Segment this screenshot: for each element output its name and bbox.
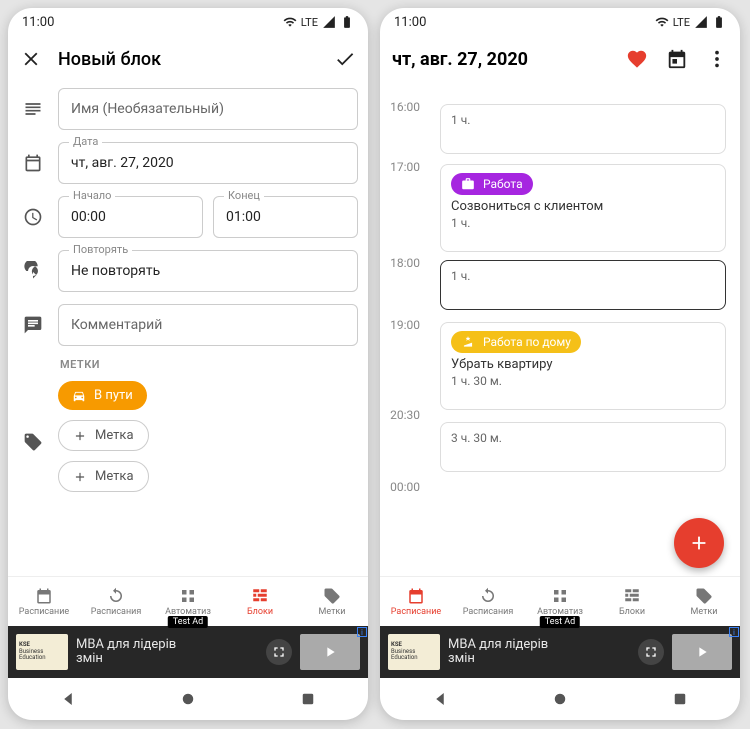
comment-icon <box>18 315 48 335</box>
ad-text: МВА для лідерівзмін <box>76 638 258 667</box>
ad-expand-icon[interactable] <box>638 639 664 665</box>
signal-icon <box>322 15 336 29</box>
plus-icon <box>73 429 87 443</box>
nav-schedules[interactable]: Расписания <box>80 577 152 626</box>
time-label: 00:00 <box>390 480 426 540</box>
event-card[interactable]: 1 ч. <box>440 260 726 310</box>
ad-video-thumb[interactable] <box>300 634 360 670</box>
schedule-content: 16:0017:00 18:0019:00 20:30 00:00 1 ч. 1 ч.… <box>380 82 740 576</box>
ad-test-label: Test Ad <box>540 616 580 628</box>
confirm-icon[interactable] <box>334 48 356 70</box>
page-title: Новый блок <box>58 49 318 70</box>
comment-input[interactable]: Комментарий <box>58 304 358 346</box>
system-nav <box>8 678 368 720</box>
clock-icon <box>18 207 48 227</box>
status-bar: 11:00 LTE <box>380 8 740 36</box>
name-input[interactable]: Имя (Необязательный) <box>58 88 358 130</box>
status-time: 11:00 <box>22 15 54 30</box>
ad-info-icon[interactable]: i <box>729 627 739 637</box>
event-tag-chip: Работа <box>451 173 533 195</box>
car-icon <box>72 389 86 403</box>
event-card[interactable]: 1 ч. <box>440 104 726 154</box>
wifi-icon <box>283 15 297 29</box>
event-title: Убрать квартиру <box>451 357 715 372</box>
ad-info-icon[interactable]: i <box>357 627 367 637</box>
ad-test-label: Test Ad <box>168 616 208 628</box>
tags-heading: МЕТКИ <box>60 358 358 371</box>
status-indicators: LTE <box>655 15 726 29</box>
event-card[interactable]: Работа по дому Убрать квартиру 1 ч. 30 м. <box>440 322 726 410</box>
ad-expand-icon[interactable] <box>266 639 292 665</box>
recents-button[interactable] <box>299 690 317 708</box>
add-tag-chip-2[interactable]: Метка <box>58 461 149 492</box>
recents-button[interactable] <box>671 690 689 708</box>
tag-icon <box>18 432 48 452</box>
time-label: 19:00 <box>390 318 426 378</box>
status-time: 11:00 <box>394 15 426 30</box>
event-duration: 1 ч. <box>451 216 715 230</box>
ad-logo: KSEBusiness Education <box>16 634 68 670</box>
battery-icon <box>712 15 726 29</box>
add-fab[interactable] <box>674 518 724 568</box>
app-bar: Новый блок <box>8 36 368 82</box>
calendar-icon <box>18 153 48 173</box>
status-indicators: LTE <box>283 15 354 29</box>
event-title: Созвониться с клиентом <box>451 199 715 214</box>
close-icon[interactable] <box>20 48 42 70</box>
nav-blocks[interactable]: Блоки <box>596 577 668 626</box>
nav-tags[interactable]: Метки <box>296 577 368 626</box>
tag-primary-chip[interactable]: В пути <box>58 381 147 410</box>
ad-logo: KSEBusiness Education <box>388 634 440 670</box>
battery-icon <box>340 15 354 29</box>
status-net: LTE <box>673 16 690 29</box>
event-column: 1 ч. 1 ч. Работа Созвониться с клиентом 1 ч… <box>440 82 732 576</box>
text-icon <box>18 99 48 119</box>
add-tag-chip-1[interactable]: Метка <box>58 420 149 451</box>
nav-schedules[interactable]: Расписания <box>452 577 524 626</box>
event-duration: 1 ч. <box>451 113 715 127</box>
ad-video-thumb[interactable] <box>672 634 732 670</box>
status-bar: 11:00 LTE <box>8 8 368 36</box>
start-time-input[interactable]: Начало 00:00 <box>58 196 203 238</box>
event-duration: 3 ч. 30 м. <box>451 431 715 445</box>
system-nav <box>380 678 740 720</box>
event-card[interactable]: 3 ч. 30 м. <box>440 422 726 472</box>
back-button[interactable] <box>59 690 77 708</box>
repeat-icon <box>18 261 48 281</box>
form-content: Имя (Необязательный) Дата чт, авг. 27, 2… <box>8 82 368 576</box>
ad-text: МВА для лідерівзмін <box>448 638 630 667</box>
wifi-icon <box>655 15 669 29</box>
phone-left: 11:00 LTE Новый блок Имя (Необязательный… <box>8 8 368 720</box>
ad-banner[interactable]: Test Ad i KSEBusiness Education МВА для … <box>380 626 740 678</box>
event-duration: 1 ч. <box>451 269 715 283</box>
heart-icon[interactable] <box>626 48 648 70</box>
event-tag-chip: Работа по дому <box>451 331 581 353</box>
more-icon[interactable] <box>706 48 728 70</box>
nav-schedule[interactable]: Расписание <box>8 577 80 626</box>
phone-right: 11:00 LTE чт, авг. 27, 2020 16:0017:00 18… <box>380 8 740 720</box>
status-net: LTE <box>301 16 318 29</box>
time-label: 18:00 <box>390 256 426 316</box>
nav-tags[interactable]: Метки <box>668 577 740 626</box>
time-label: 16:00 <box>390 100 426 160</box>
home-button[interactable] <box>179 690 197 708</box>
ad-banner[interactable]: Test Ad i KSEBusiness Education МВА для … <box>8 626 368 678</box>
end-time-input[interactable]: Конец 01:00 <box>213 196 358 238</box>
signal-icon <box>694 15 708 29</box>
today-icon[interactable] <box>666 48 688 70</box>
repeat-input[interactable]: Повторять Не повторять <box>58 250 358 292</box>
event-card[interactable]: Работа Созвониться с клиентом 1 ч. <box>440 164 726 252</box>
plus-icon <box>73 470 87 484</box>
app-bar: чт, авг. 27, 2020 <box>380 36 740 82</box>
date-input[interactable]: Дата чт, авг. 27, 2020 <box>58 142 358 184</box>
back-button[interactable] <box>431 690 449 708</box>
date-title[interactable]: чт, авг. 27, 2020 <box>392 49 610 70</box>
time-label: 17:00 <box>390 160 426 220</box>
time-label: 20:30 <box>390 408 426 468</box>
nav-blocks[interactable]: Блоки <box>224 577 296 626</box>
event-duration: 1 ч. 30 м. <box>451 374 715 388</box>
nav-schedule[interactable]: Расписание <box>380 577 452 626</box>
home-button[interactable] <box>551 690 569 708</box>
